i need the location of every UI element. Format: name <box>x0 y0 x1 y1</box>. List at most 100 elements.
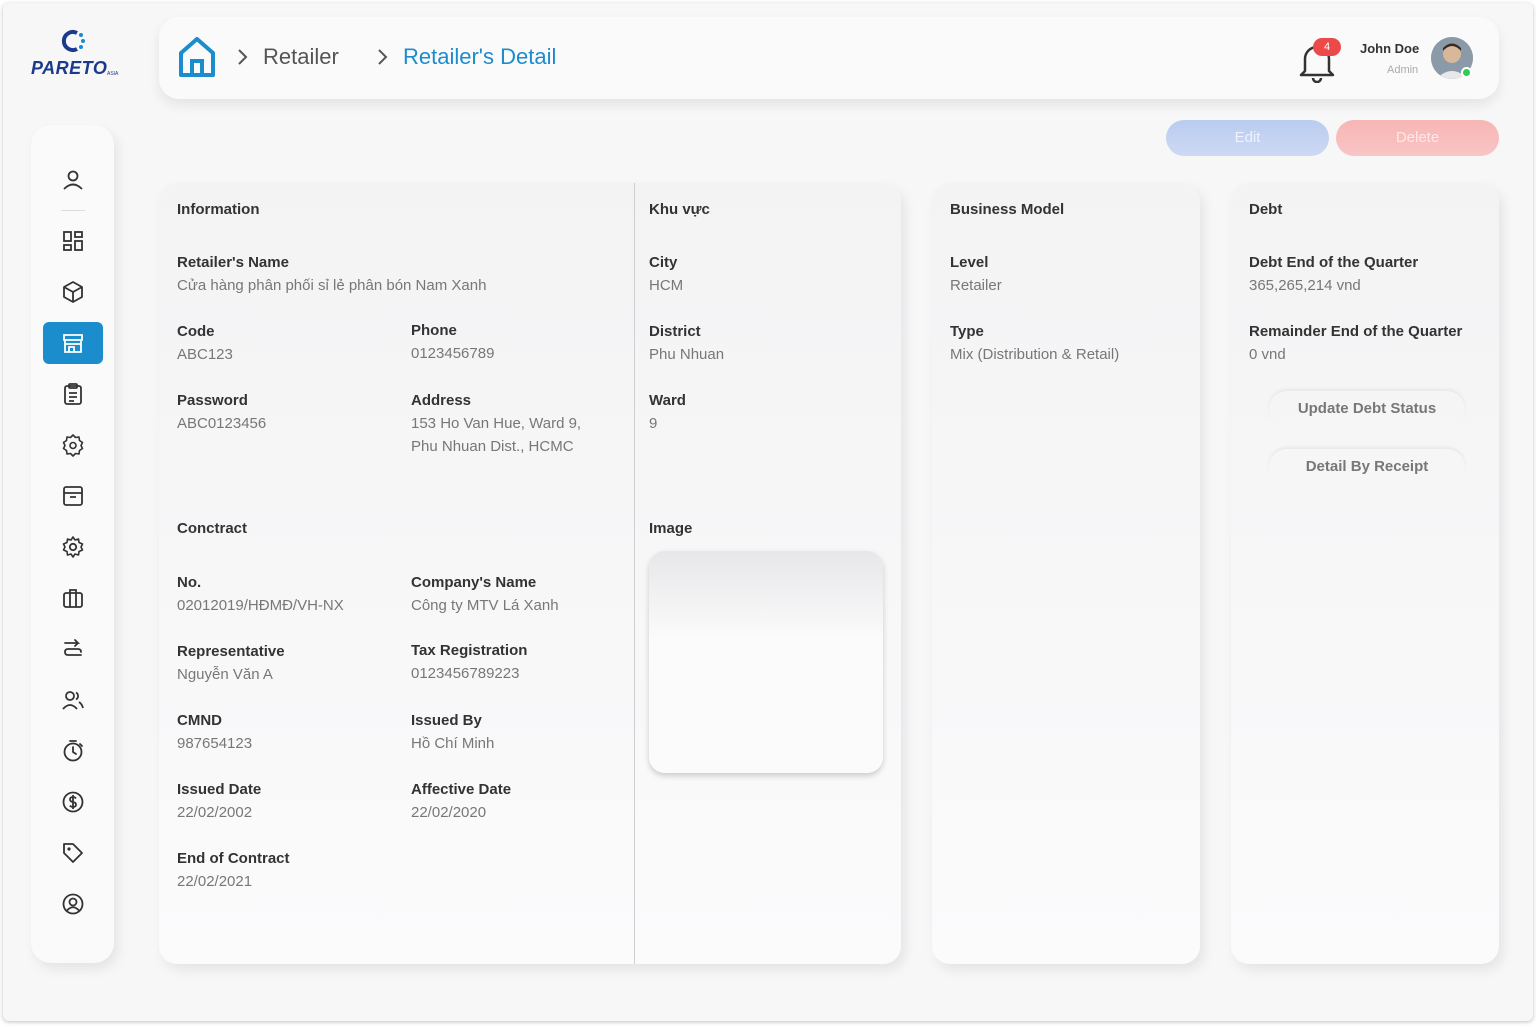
city-label: City <box>649 254 678 271</box>
archive-icon <box>63 486 83 506</box>
clipboard-icon <box>64 383 82 405</box>
sidebar <box>31 125 114 963</box>
level-label: Level <box>950 254 989 271</box>
contract-no-label: No. <box>177 574 202 591</box>
tag-icon <box>63 843 83 863</box>
users-icon <box>62 691 84 710</box>
gear-icon <box>62 536 84 558</box>
update-debt-status-button[interactable]: Update Debt Status <box>1269 391 1465 427</box>
home-icon[interactable] <box>177 35 217 79</box>
box-icon <box>63 281 83 303</box>
tax-registration-label: Tax Registration <box>411 642 528 659</box>
retailer-image[interactable] <box>649 551 883 773</box>
password-value: ABC0123456 <box>177 415 267 432</box>
top-header: Retailer Retailer's Detail 4 John Doe Ad… <box>159 17 1499 99</box>
debt-end-quarter-value: 365,265,214 vnd <box>1249 277 1361 294</box>
app-frame: PARETO ASIA Retailer Retailer's Detail 4… <box>3 3 1533 1021</box>
debt-card: Debt Debt End of the Quarter 365,265,214… <box>1231 183 1499 964</box>
timer-icon <box>63 740 83 762</box>
area-title: Khu vực <box>649 201 710 218</box>
sidebar-item-retailer[interactable] <box>43 322 103 364</box>
user-icon <box>63 170 83 190</box>
information-title: Information <box>177 201 260 218</box>
edit-button[interactable]: Edit <box>1166 120 1329 156</box>
address-line1: 153 Ho Van Hue, Ward 9, <box>411 415 582 432</box>
notification-badge: 4 <box>1313 38 1341 56</box>
business-model-card: Business Model Level Retailer Type Mix (… <box>932 183 1200 964</box>
sidebar-item-finance[interactable] <box>43 781 103 823</box>
sidebar-item-products[interactable] <box>43 271 103 313</box>
end-of-contract-value: 22/02/2021 <box>177 873 253 890</box>
sidebar-item-routes[interactable] <box>43 628 103 670</box>
affective-date-value: 22/02/2020 <box>411 804 487 821</box>
issued-by-value: Hồ Chí Minh <box>411 735 495 752</box>
sidebar-item-settings[interactable] <box>43 526 103 568</box>
sidebar-item-archive[interactable] <box>43 475 103 517</box>
badge-settings-icon <box>62 434 84 457</box>
representative-value: Nguyễn Văn A <box>177 666 273 683</box>
phone-label: Phone <box>411 322 457 339</box>
retailer-info-card: Information Retailer's Name Cửa hàng phâ… <box>159 183 901 964</box>
image-title: Image <box>649 520 693 537</box>
company-name-value: Công ty MTV Lá Xanh <box>411 597 559 614</box>
profile-circle-icon <box>62 893 84 915</box>
issued-by-label: Issued By <box>411 712 482 729</box>
code-value: ABC123 <box>177 346 233 363</box>
user-name: John Doe <box>1360 41 1420 56</box>
address-label: Address <box>411 392 472 409</box>
code-label: Code <box>177 323 215 340</box>
sidebar-item-business[interactable] <box>43 577 103 619</box>
logo-mark-icon <box>61 30 85 52</box>
chevron-right-icon <box>378 49 388 65</box>
remainder-label: Remainder End of the Quarter <box>1249 323 1463 340</box>
user-role: Admin <box>1387 64 1419 76</box>
company-name-label: Company's Name <box>411 574 537 591</box>
end-of-contract-label: End of Contract <box>177 850 290 867</box>
contract-title: Conctract <box>177 520 248 537</box>
breadcrumb-retailer[interactable]: Retailer <box>263 44 339 70</box>
sidebar-item-dashboard[interactable] <box>43 220 103 262</box>
debt-end-quarter-label: Debt End of the Quarter <box>1249 254 1419 271</box>
sidebar-item-orders[interactable] <box>43 373 103 415</box>
ward-value: 9 <box>649 415 658 432</box>
issued-date-value: 22/02/2002 <box>177 804 253 821</box>
brand-name: PARETO <box>31 58 108 78</box>
dashboard-icon <box>63 231 83 251</box>
sidebar-item-badge-settings[interactable] <box>43 424 103 466</box>
sidebar-divider <box>61 210 85 211</box>
sidebar-item-promotions[interactable] <box>43 832 103 874</box>
card-divider <box>634 183 635 964</box>
ward-label: Ward <box>649 392 686 409</box>
cmnd-value: 987654123 <box>177 735 253 752</box>
password-label: Password <box>177 392 248 409</box>
retailer-name-label: Retailer's Name <box>177 254 289 271</box>
store-icon <box>63 334 83 353</box>
representative-label: Representative <box>177 643 285 660</box>
city-value: HCM <box>649 277 684 294</box>
sidebar-item-users[interactable] <box>43 679 103 721</box>
phone-value: 0123456789 <box>411 345 495 362</box>
sidebar-item-profile[interactable] <box>43 159 103 201</box>
online-status-dot <box>1461 67 1472 78</box>
affective-date-label: Affective Date <box>411 781 512 798</box>
district-value: Phu Nhuan <box>649 346 725 363</box>
type-value: Mix (Distribution & Retail) <box>950 346 1120 363</box>
briefcase-icon <box>63 589 83 608</box>
brand-logo[interactable]: PARETO ASIA <box>31 27 123 83</box>
brand-sub: ASIA <box>107 71 119 77</box>
chevron-right-icon <box>238 49 248 65</box>
address-line2: Phu Nhuan Dist., HCMC <box>411 438 574 455</box>
type-label: Type <box>950 323 984 340</box>
issued-date-label: Issued Date <box>177 781 262 798</box>
route-icon <box>64 639 82 656</box>
dollar-icon <box>62 791 84 813</box>
district-label: District <box>649 323 701 340</box>
sidebar-item-timer[interactable] <box>43 730 103 772</box>
debt-title: Debt <box>1249 201 1283 218</box>
tax-registration-value: 0123456789223 <box>411 665 520 682</box>
sidebar-item-account[interactable] <box>43 883 103 925</box>
remainder-value: 0 vnd <box>1249 346 1286 363</box>
detail-by-receipt-button[interactable]: Detail By Receipt <box>1269 449 1465 485</box>
contract-no-value: 02012019/HĐMĐ/VH-NX <box>177 597 344 614</box>
delete-button[interactable]: Delete <box>1336 120 1499 156</box>
